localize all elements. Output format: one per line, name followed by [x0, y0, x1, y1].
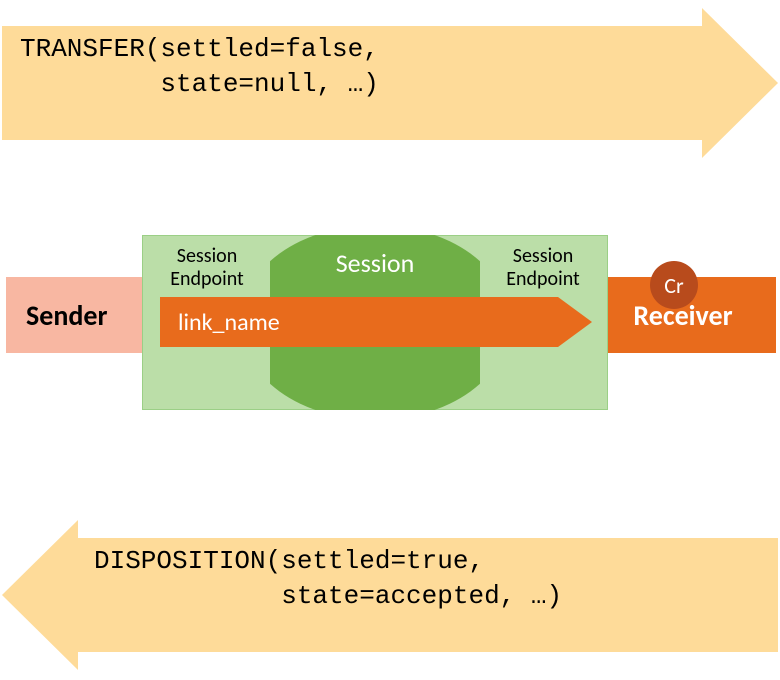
session-endpoint-right-l2: Endpoint — [488, 268, 598, 291]
session-label: Session — [300, 249, 450, 279]
disposition-line1: DISPOSITION(settled=true, — [94, 544, 562, 579]
disposition-arrow-head-icon — [2, 520, 78, 670]
disposition-arrow: DISPOSITION(settled=true, state=accepted… — [2, 520, 778, 670]
transfer-text: TRANSFER(settled=false, state=null, …) — [20, 32, 379, 102]
session-endpoint-right-l1: Session — [488, 245, 598, 268]
link-name-label: link_name — [178, 308, 280, 337]
sender-label: Sender — [26, 298, 107, 333]
session-endpoint-right: Session Endpoint — [488, 245, 598, 291]
session-endpoint-left-l2: Endpoint — [152, 268, 262, 291]
transfer-line2: state=null, …) — [20, 67, 379, 102]
link-arrow: link_name — [160, 297, 592, 347]
transfer-arrow: TRANSFER(settled=false, state=null, …) — [2, 8, 778, 158]
disposition-line2: state=accepted, …) — [94, 579, 562, 614]
link-arrow-head-icon — [558, 297, 592, 347]
session-diagram: Sender Receiver Session Endpoint Session… — [0, 235, 780, 410]
credit-badge: Cr — [650, 261, 698, 309]
session-endpoint-left-l1: Session — [152, 245, 262, 268]
session-endpoint-left: Session Endpoint — [152, 245, 262, 291]
credit-badge-label: Cr — [664, 272, 683, 299]
disposition-text: DISPOSITION(settled=true, state=accepted… — [94, 544, 562, 614]
transfer-line1: TRANSFER(settled=false, — [20, 32, 379, 67]
transfer-arrow-head-icon — [702, 8, 778, 158]
link-arrow-body: link_name — [160, 297, 558, 347]
